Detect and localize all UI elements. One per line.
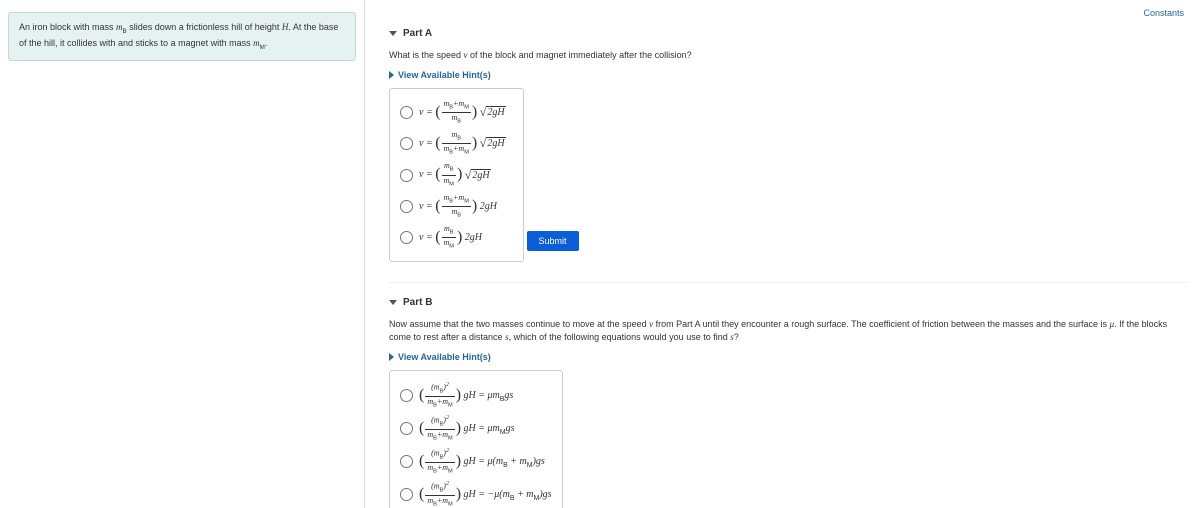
caret-right-icon	[389, 71, 394, 79]
var-mB: mB	[116, 22, 127, 32]
caret-right-icon	[389, 353, 394, 361]
option-a5[interactable]: v = (mBmM) 2gH	[394, 222, 519, 253]
part-a-title: Part A	[403, 28, 432, 39]
option-b3[interactable]: ((mB)2mB+mM) gH = μ(mB + mM)gs	[394, 445, 558, 478]
answer-panel: Constants Part A What is the speed v of …	[365, 0, 1200, 508]
radio-b3[interactable]	[400, 455, 413, 468]
part-b-options: ((mB)2mB+mM) gH = μmBgs ((mB)2mB+mM) gH …	[389, 370, 563, 508]
prompt-text: An iron block with mass	[19, 22, 116, 32]
part-a-options: v = (mB+mMmB) 2gH v = (mBmB+mM) 2gH v = …	[389, 88, 524, 263]
problem-panel: An iron block with mass mB slides down a…	[0, 0, 365, 508]
prompt-text: .	[265, 38, 268, 48]
hints-toggle[interactable]: View Available Hint(s)	[389, 352, 1188, 362]
radio-a5[interactable]	[400, 231, 413, 244]
part-b-header[interactable]: Part B	[389, 297, 1188, 308]
var-mM: mM	[253, 38, 265, 48]
radio-a4[interactable]	[400, 200, 413, 213]
hints-label: View Available Hint(s)	[398, 70, 491, 80]
caret-down-icon	[389, 31, 397, 36]
top-links: Constants	[389, 0, 1188, 28]
option-a3[interactable]: v = (mBmM) 2gH	[394, 159, 519, 190]
submit-button[interactable]: Submit	[527, 231, 579, 251]
option-a4[interactable]: v = (mB+mMmB) 2gH	[394, 191, 519, 222]
option-b4[interactable]: ((mB)2mB+mM) gH = −μ(mB + mM)gs	[394, 478, 558, 508]
option-a1[interactable]: v = (mB+mMmB) 2gH	[394, 97, 519, 128]
radio-a2[interactable]	[400, 137, 413, 150]
radio-b2[interactable]	[400, 422, 413, 435]
part-a-header[interactable]: Part A	[389, 28, 1188, 39]
option-b2[interactable]: ((mB)2mB+mM) gH = μmMgs	[394, 412, 558, 445]
problem-prompt: An iron block with mass mB slides down a…	[8, 12, 356, 61]
part-a: Part A What is the speed v of the block …	[389, 28, 1188, 262]
prompt-text: slides down a frictionless hill of heigh…	[127, 22, 282, 32]
radio-b4[interactable]	[400, 488, 413, 501]
hints-toggle[interactable]: View Available Hint(s)	[389, 70, 1188, 80]
option-a2[interactable]: v = (mBmB+mM) 2gH	[394, 128, 519, 159]
part-a-question: What is the speed v of the block and mag…	[389, 49, 1188, 62]
hints-label: View Available Hint(s)	[398, 352, 491, 362]
radio-a3[interactable]	[400, 169, 413, 182]
constants-link[interactable]: Constants	[1143, 8, 1184, 18]
option-b1[interactable]: ((mB)2mB+mM) gH = μmBgs	[394, 379, 558, 412]
part-b-question: Now assume that the two masses continue …	[389, 318, 1188, 343]
radio-b1[interactable]	[400, 389, 413, 402]
part-b-title: Part B	[403, 297, 432, 308]
radio-a1[interactable]	[400, 106, 413, 119]
part-b: Part B Now assume that the two masses co…	[389, 282, 1188, 508]
caret-down-icon	[389, 300, 397, 305]
